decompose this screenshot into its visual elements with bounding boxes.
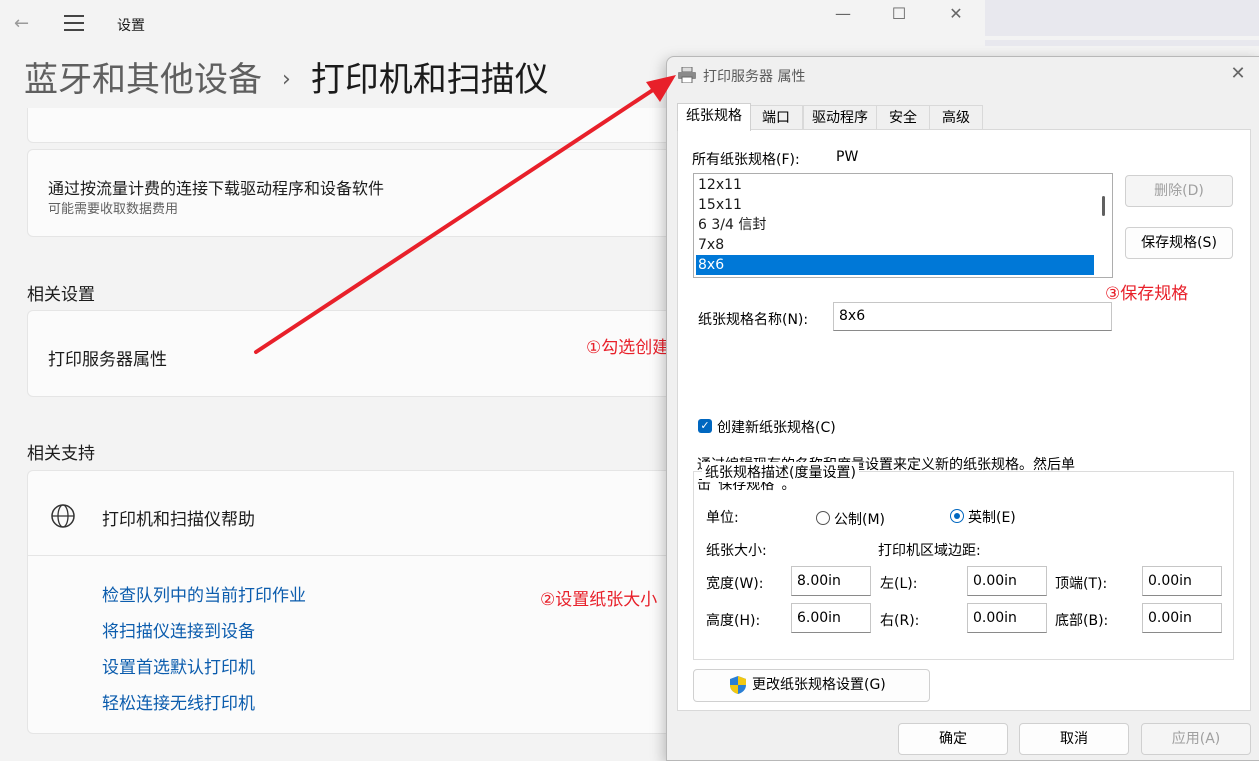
width-input[interactable]: 8.00in	[791, 566, 871, 596]
hamburger-menu-icon[interactable]	[64, 15, 84, 31]
background-window-strip	[985, 0, 1259, 57]
left-margin-input[interactable]: 0.00in	[967, 566, 1047, 596]
english-radio[interactable]	[950, 509, 964, 523]
related-support-header: 相关支持	[27, 444, 95, 464]
metered-connection-subtitle: 可能需要收取数据费用	[48, 202, 179, 217]
forms-listbox[interactable]: 12x11 15x11 6 3/4 信封 7x8 8x6	[693, 173, 1113, 278]
dialog-title: 打印服务器 属性	[703, 69, 806, 85]
divider	[28, 555, 728, 556]
group-title: 纸张规格描述(度量设置)	[702, 462, 859, 482]
maximize-icon[interactable]: ☐	[884, 4, 914, 24]
metered-connection-title: 通过按流量计费的连接下载驱动程序和设备软件	[48, 179, 385, 198]
tab-advanced[interactable]: 高级	[929, 105, 983, 130]
metric-radio[interactable]	[816, 511, 830, 525]
window-title: 设置	[117, 18, 145, 34]
form-item[interactable]: 12x11	[696, 175, 1094, 195]
save-form-button[interactable]: 保存规格(S)	[1125, 227, 1233, 259]
globe-icon	[51, 504, 75, 528]
bottom-margin-label: 底部(B):	[1055, 613, 1109, 629]
right-margin-label: 右(R):	[880, 613, 920, 629]
delete-button[interactable]: 删除(D)	[1125, 175, 1233, 207]
minimize-icon[interactable]: —	[828, 4, 858, 24]
top-margin-label: 顶端(T):	[1055, 576, 1108, 592]
height-input[interactable]: 6.00in	[791, 603, 871, 633]
link-wireless-printer[interactable]: 轻松连接无线打印机	[102, 689, 255, 714]
form-item[interactable]: 6 3/4 信封	[696, 215, 1094, 235]
close-icon[interactable]: ✕	[941, 4, 971, 24]
english-label[interactable]: 英制(E)	[968, 507, 1016, 527]
paper-size-label: 纸张大小:	[706, 543, 767, 559]
annotation-step2: ②设置纸张大小	[540, 590, 658, 610]
link-default-printer[interactable]: 设置首选默认打印机	[102, 653, 255, 678]
breadcrumb-separator: ›	[282, 67, 291, 92]
listbox-scrollbar[interactable]	[1094, 174, 1112, 277]
cancel-button[interactable]: 取消	[1019, 723, 1129, 755]
tab-ports[interactable]: 端口	[749, 105, 803, 130]
uac-shield-icon	[730, 676, 746, 694]
form-name-input[interactable]: 8x6	[833, 302, 1112, 331]
printer-icon	[678, 67, 696, 83]
change-form-settings-button[interactable]: 更改纸张规格设置(G)	[693, 669, 930, 702]
top-margin-input[interactable]: 0.00in	[1142, 566, 1222, 596]
tab-forms[interactable]: 纸张规格	[677, 103, 751, 131]
annotation-step1: ①勾选创建	[586, 338, 670, 358]
link-check-queue[interactable]: 检查队列中的当前打印作业	[102, 581, 306, 606]
annotation-step3: ③保存规格	[1105, 284, 1189, 304]
ok-button[interactable]: 确定	[898, 723, 1008, 755]
bottom-margin-input[interactable]: 0.00in	[1142, 603, 1222, 633]
page-title: 打印机和扫描仪	[310, 60, 549, 100]
breadcrumb-parent[interactable]: 蓝牙和其他设备	[24, 60, 262, 100]
right-margin-input[interactable]: 0.00in	[967, 603, 1047, 633]
form-item[interactable]: 15x11	[696, 195, 1094, 215]
tab-drivers[interactable]: 驱动程序	[803, 105, 877, 130]
form-name-label: 纸张规格名称(N):	[698, 312, 809, 328]
title-bar: ← 设置 — ☐ ✕	[0, 0, 985, 48]
tab-security[interactable]: 安全	[876, 105, 930, 130]
related-settings-header: 相关设置	[27, 285, 95, 305]
create-new-form-checkbox[interactable]: ✓	[698, 419, 712, 433]
forms-tab-page: 所有纸张规格(F): PW 12x11 15x11 6 3/4 信封 7x8 8…	[677, 129, 1251, 711]
printer-margins-label: 打印机区域边距:	[878, 543, 981, 559]
apply-button[interactable]: 应用(A)	[1141, 723, 1251, 755]
change-form-settings-label: 更改纸张规格设置(G)	[752, 677, 886, 693]
form-item-selected[interactable]: 8x6	[696, 255, 1094, 275]
print-server-properties-label: 打印服务器属性	[48, 350, 167, 370]
breadcrumb: 蓝牙和其他设备 › 打印机和扫描仪	[24, 52, 549, 101]
form-item[interactable]: 7x8	[696, 235, 1094, 255]
back-arrow-icon[interactable]: ←	[14, 14, 34, 34]
previous-setting-card	[27, 108, 729, 143]
link-connect-scanner[interactable]: 将扫描仪连接到设备	[102, 617, 255, 642]
form-description-group: 纸张规格描述(度量设置) 单位: 公制(M) 英制(E) 纸张大小: 打印机区域…	[693, 462, 1234, 660]
print-server-properties-dialog: 打印服务器 属性 ✕ 纸张规格 端口 驱动程序 安全 高级 所有纸张规格(F):…	[666, 56, 1259, 761]
create-new-form-label[interactable]: 创建新纸张规格(C)	[717, 417, 836, 437]
server-name: PW	[836, 149, 859, 165]
scrollbar-thumb[interactable]	[1102, 196, 1105, 216]
help-title[interactable]: 打印机和扫描仪帮助	[102, 505, 255, 530]
units-label: 单位:	[706, 510, 739, 526]
height-label: 高度(H):	[706, 613, 761, 629]
width-label: 宽度(W):	[706, 576, 764, 592]
left-margin-label: 左(L):	[880, 576, 918, 592]
all-forms-label: 所有纸张规格(F):	[692, 152, 800, 168]
metric-label[interactable]: 公制(M)	[834, 509, 885, 529]
dialog-close-icon[interactable]: ✕	[1227, 63, 1249, 85]
metered-connection-card[interactable]: 通过按流量计费的连接下载驱动程序和设备软件 可能需要收取数据费用	[27, 149, 729, 237]
